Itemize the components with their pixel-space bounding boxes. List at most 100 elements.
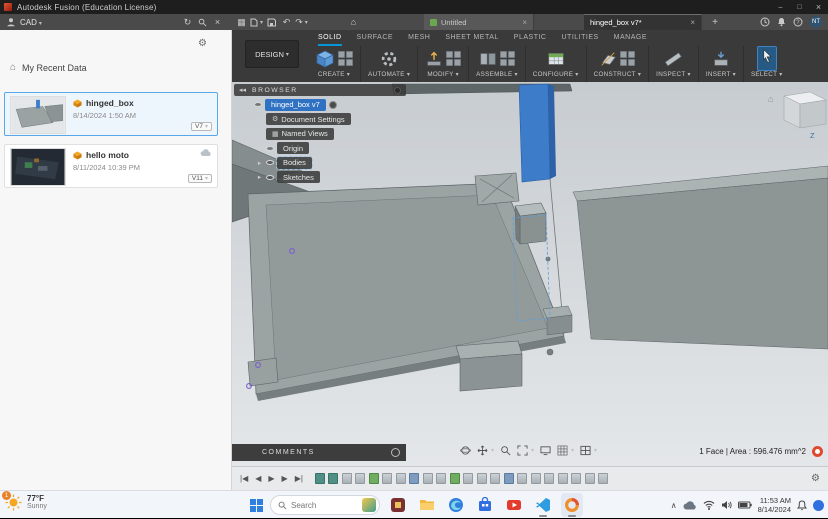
configure-icon[interactable] (547, 50, 565, 68)
data-home-icon[interactable]: ⌂ (10, 62, 16, 73)
timeline-feature-icon[interactable] (382, 473, 392, 484)
model-knob[interactable] (547, 349, 553, 355)
minimize-button[interactable] (771, 0, 790, 14)
activate-component-icon[interactable] (329, 101, 337, 109)
visibility-eye-icon[interactable] (266, 175, 274, 180)
model-cube-block[interactable] (515, 203, 546, 244)
ribbon-group-select[interactable]: SELECT (744, 46, 790, 82)
close-panel-icon[interactable]: × (210, 14, 225, 30)
file-menu-icon[interactable] (249, 14, 264, 30)
browser-row-origin[interactable]: ▸ Origin (256, 142, 406, 154)
new-solid-icon[interactable] (315, 49, 335, 69)
grid-settings-icon[interactable] (557, 445, 574, 456)
model-bottom-block[interactable] (456, 341, 522, 391)
timeline-feature-icon[interactable] (396, 473, 406, 484)
browser-row-named-views[interactable]: ▸ ▦Named Views (256, 128, 406, 140)
profile-avatar[interactable]: NT (810, 16, 822, 28)
home-icon[interactable]: ⌂ (346, 14, 361, 30)
measure-icon[interactable] (664, 50, 682, 68)
file-explorer-icon[interactable] (416, 493, 438, 517)
timeline-feature-icon[interactable] (409, 473, 419, 484)
assemble-tools-icons[interactable] (500, 51, 515, 66)
timeline-feature-icon[interactable] (328, 473, 338, 484)
undo-icon[interactable]: ↶ (279, 14, 294, 30)
edge-browser-icon[interactable] (445, 493, 467, 517)
insert-icon[interactable] (712, 50, 730, 68)
expand-icon[interactable]: ▸ (256, 144, 263, 152)
zoom-icon[interactable] (500, 445, 511, 456)
3d-viewport[interactable]: ⌂ Z ◂◂ BROWSER ▾ hinged_box v7 ▸ ⚙Docume… (232, 82, 828, 466)
timeline-feature-icon[interactable] (558, 473, 568, 484)
model-hinge-block[interactable] (475, 173, 519, 205)
model-right-plate[interactable] (573, 166, 828, 349)
viewcube[interactable]: ⌂ Z (768, 92, 826, 140)
press-pull-icon[interactable] (425, 50, 443, 68)
viewcube-home-icon[interactable]: ⌂ (768, 94, 773, 104)
timeline-feature-icon[interactable] (450, 473, 460, 484)
vscode-icon[interactable] (532, 493, 554, 517)
timeline-step-forward-button[interactable] (282, 474, 288, 483)
ribbon-group-construct[interactable]: CONSTRUCT (587, 46, 650, 82)
timeline-feature-icon[interactable] (544, 473, 554, 484)
browser-row-document-settings[interactable]: ▸ ⚙Document Settings (256, 113, 406, 125)
construct-tools-icons[interactable] (620, 51, 635, 66)
timeline-feature-icon[interactable] (504, 473, 514, 484)
data-panel-settings-gear-icon[interactable]: ⚙ (198, 38, 207, 49)
close-tab-icon[interactable] (522, 18, 527, 27)
ribbon-group-insert[interactable]: INSERT (699, 46, 744, 82)
onedrive-cloud-icon[interactable] (683, 501, 697, 510)
browser-row-sketches[interactable]: ▸ Sketches (256, 171, 406, 183)
browser-options-icon[interactable] (394, 87, 401, 94)
battery-icon[interactable] (738, 501, 752, 509)
timeline-track[interactable] (315, 473, 612, 484)
expand-icon[interactable]: ▸ (256, 115, 263, 123)
timeline-feature-icon[interactable] (598, 473, 608, 484)
timeline-go-to-start-button[interactable] (240, 474, 248, 483)
timeline-play-button[interactable] (268, 474, 274, 483)
assemble-icon[interactable] (479, 50, 497, 68)
search-icon[interactable] (195, 14, 210, 30)
browser-row-bodies[interactable]: ▸ Bodies (256, 157, 406, 169)
workspace-design-menu[interactable]: DESIGN (245, 40, 299, 68)
ribbon-group-create[interactable]: CREATE (308, 46, 361, 82)
taskbar-search-input[interactable] (291, 501, 349, 510)
volume-icon[interactable] (721, 500, 732, 510)
save-icon[interactable] (264, 14, 279, 30)
version-dropdown[interactable]: V11 (188, 174, 212, 183)
ribbon-tab-mesh[interactable]: MESH (408, 30, 430, 46)
model-small-block[interactable] (543, 306, 572, 335)
recent-file-card[interactable]: hello moto 8/11/2024 10:39 PM V11 (4, 144, 218, 188)
ribbon-tab-solid[interactable]: SOLID (318, 30, 342, 46)
automate-icon[interactable] (380, 50, 398, 68)
new-document-tab-button[interactable] (708, 14, 722, 30)
display-settings-icon[interactable] (540, 445, 551, 456)
close-button[interactable] (809, 0, 828, 14)
version-dropdown[interactable]: V7 (191, 122, 212, 131)
pinned-app-icon[interactable] (387, 493, 409, 517)
notifications-bell-icon[interactable] (797, 500, 807, 511)
comments-bar[interactable]: COMMENTS (232, 444, 406, 461)
expand-icon[interactable]: ▸ (256, 173, 263, 181)
hidden-icons-chevron[interactable]: ∧ (671, 501, 677, 510)
timeline-settings-icon[interactable]: ⚙ (811, 473, 820, 484)
wifi-icon[interactable] (703, 500, 715, 510)
taskbar-clock[interactable]: 11:53 AM 8/14/2024 (758, 496, 791, 514)
notification-badge[interactable] (813, 500, 824, 511)
ribbon-tab-manage[interactable]: MANAGE (614, 30, 647, 46)
timeline-feature-icon[interactable] (423, 473, 433, 484)
timeline-feature-icon[interactable] (355, 473, 365, 484)
microsoft-store-icon[interactable] (474, 493, 496, 517)
notifications-bell-icon[interactable] (777, 17, 786, 27)
fit-icon[interactable] (517, 445, 534, 456)
model-blue-panel[interactable] (519, 84, 556, 182)
refresh-icon[interactable]: ↻ (180, 14, 195, 30)
collapse-browser-icon[interactable]: ◂◂ (239, 86, 246, 94)
help-icon[interactable]: ? (793, 17, 803, 27)
timeline-feature-icon[interactable] (531, 473, 541, 484)
timeline-feature-icon[interactable] (517, 473, 527, 484)
timeline-step-back-button[interactable] (255, 474, 261, 483)
create-tools-icons[interactable] (338, 51, 353, 66)
ribbon-group-assemble[interactable]: ASSEMBLE (469, 46, 526, 82)
timeline-feature-icon[interactable] (369, 473, 379, 484)
timeline-feature-icon[interactable] (477, 473, 487, 484)
